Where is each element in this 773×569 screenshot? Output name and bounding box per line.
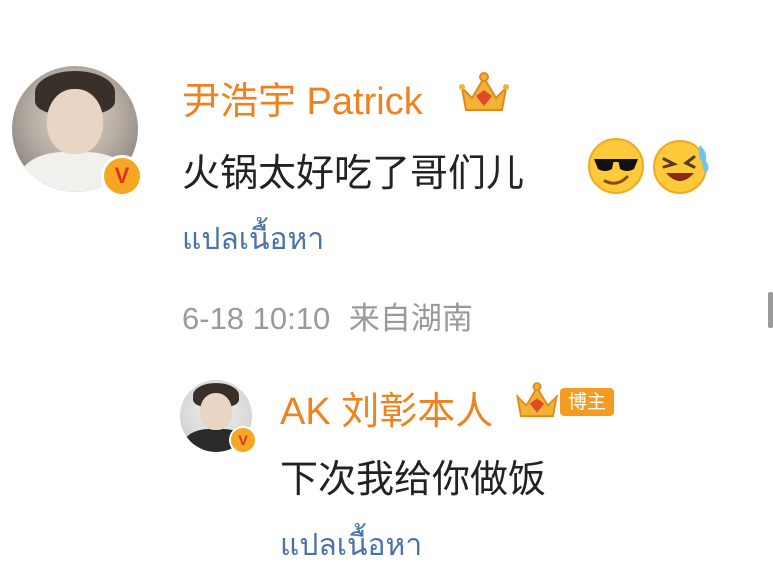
crown-vip-icon <box>459 72 509 111</box>
scrollbar-handle[interactable] <box>768 292 773 328</box>
comment-time: 6-18 10:10 <box>182 301 331 336</box>
blogger-tag: 博主 <box>560 388 615 416</box>
reply-text: 下次我给你做饭 <box>280 457 547 501</box>
verified-badge-icon: V <box>101 155 143 197</box>
laugh-cry-emoji <box>653 140 709 194</box>
avatar-face <box>200 392 232 431</box>
reply-translate-link[interactable]: แปลเนื้อหา <box>280 522 422 569</box>
reply-author-name[interactable]: AK 刘彰本人 <box>280 380 493 435</box>
crown-vip-icon <box>515 382 559 418</box>
comment-location: 来自湖南 <box>348 301 473 336</box>
sunglasses-smirk-emoji <box>588 138 644 194</box>
verified-badge-icon: V <box>229 426 257 454</box>
comment-text: 火锅太好吃了哥们儿 <box>182 151 525 195</box>
avatar-face <box>47 88 103 155</box>
comment-timestamp: 6-18 10:10 来自湖南 <box>182 293 473 338</box>
comment-author-name[interactable]: 尹浩宇 Patrick <box>182 70 423 125</box>
translate-link[interactable]: แปลเนื้อหา <box>182 216 324 263</box>
